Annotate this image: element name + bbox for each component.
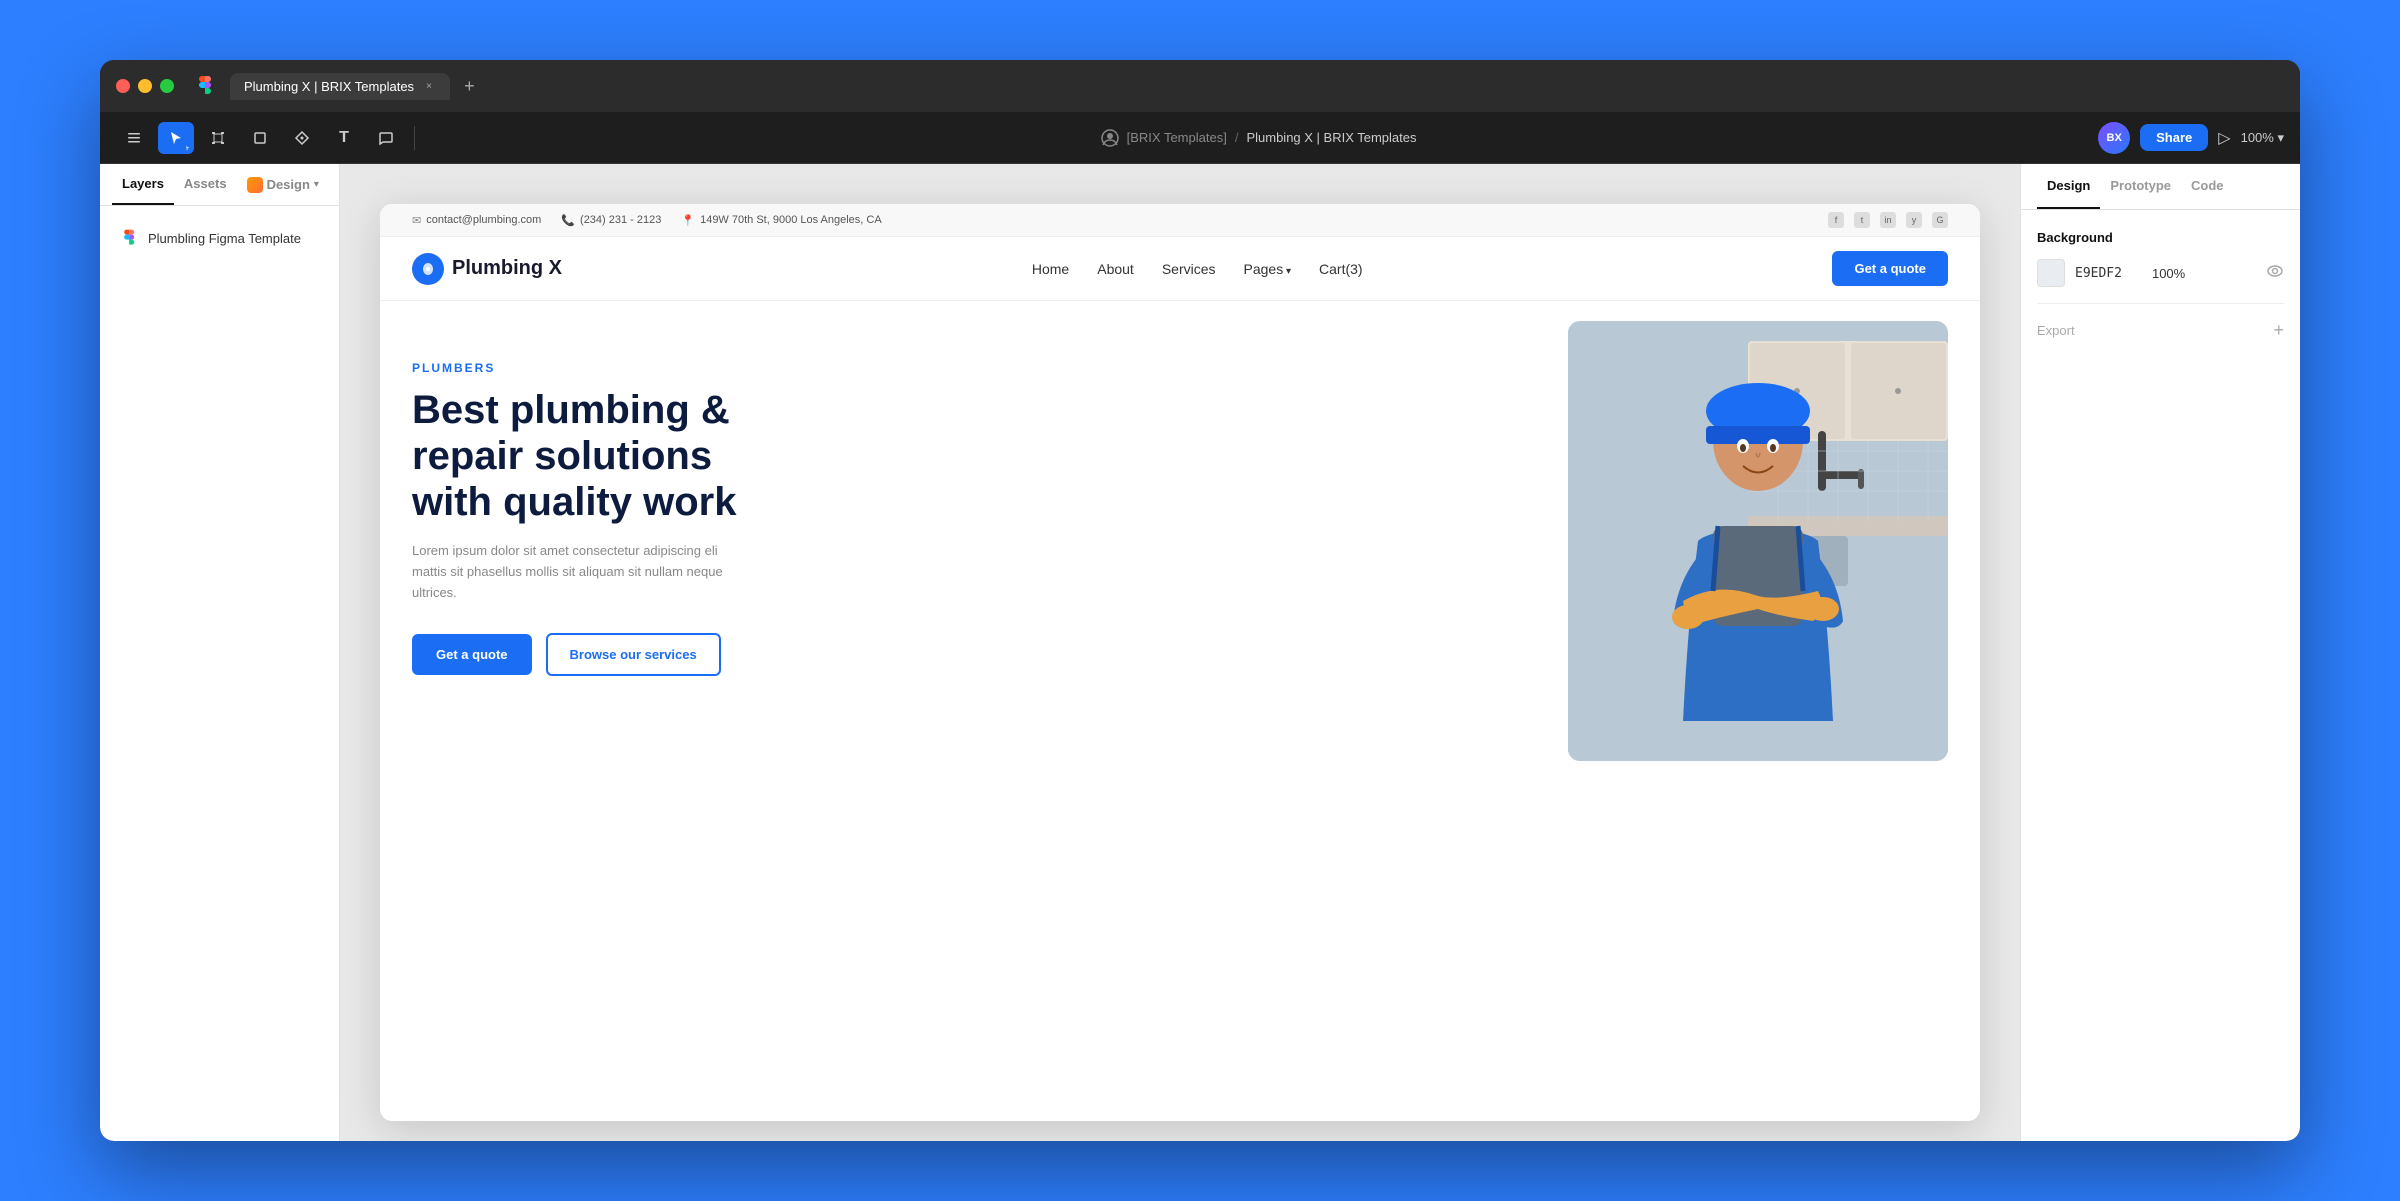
user-avatar[interactable]: BX — [2098, 122, 2130, 154]
website-preview: ✉ contact@plumbing.com 📞 (234) 231 - 212… — [380, 204, 1980, 1121]
export-add-button[interactable]: + — [2273, 320, 2284, 341]
website-topbar: ✉ contact@plumbing.com 📞 (234) 231 - 212… — [380, 204, 1980, 237]
breadcrumb-separator: / — [1235, 130, 1239, 145]
close-traffic-light[interactable] — [116, 79, 130, 93]
canvas-area[interactable]: ✉ contact@plumbing.com 📞 (234) 231 - 212… — [340, 164, 2020, 1141]
background-color-swatch[interactable] — [2037, 259, 2065, 287]
hero-title: Best plumbing & repair solutions with qu… — [412, 387, 752, 525]
figma-toolbar: T [BRIX Templates] / Plumbing X | BRIX T… — [100, 112, 2300, 164]
toolbar-separator-1 — [414, 126, 415, 150]
browser-tab-area: Plumbing X | BRIX Templates × + — [230, 73, 2284, 100]
breadcrumb-area: [BRIX Templates] / Plumbing X | BRIX Tem… — [425, 129, 2092, 147]
play-button[interactable]: ▷ — [2218, 128, 2230, 148]
hero-buttons: Get a quote Browse our services — [412, 633, 752, 676]
panel-divider-1 — [2037, 303, 2284, 304]
export-row: Export + — [2037, 320, 2284, 341]
browser-tab[interactable]: Plumbing X | BRIX Templates × — [230, 73, 450, 100]
topbar-address: 📍 149W 70th St, 9000 Los Angeles, CA — [681, 214, 881, 227]
main-layout: Layers Assets Design ▾ — [100, 164, 2300, 1141]
tab-close-button[interactable]: × — [422, 79, 436, 93]
hero-image-area — [1568, 321, 1948, 761]
background-section-title: Background — [2037, 230, 2284, 245]
export-label: Export — [2037, 323, 2075, 338]
right-panel-content: Background E9EDF2 100% Export + — [2021, 210, 2300, 361]
topbar-email-text: contact@plumbing.com — [426, 214, 541, 226]
traffic-lights — [116, 79, 174, 93]
location-icon: 📍 — [681, 214, 695, 227]
logo-icon — [412, 253, 444, 285]
topbar-address-text: 149W 70th St, 9000 Los Angeles, CA — [700, 214, 882, 226]
website-nav: Plumbing X Home About Services Pages Car… — [380, 237, 1980, 301]
topbar-left-section: ✉ contact@plumbing.com 📞 (234) 231 - 212… — [412, 214, 882, 227]
text-tool-button[interactable]: T — [326, 122, 362, 154]
layer-item-template[interactable]: Plumbling Figma Template — [112, 222, 327, 254]
nav-links: Home About Services Pages Cart(3) — [1032, 261, 1363, 277]
design-tab[interactable]: Design — [2037, 164, 2100, 209]
yelp-icon[interactable]: y — [1906, 212, 1922, 228]
share-button[interactable]: Share — [2140, 124, 2208, 151]
instagram-icon[interactable]: in — [1880, 212, 1896, 228]
left-panel: Layers Assets Design ▾ — [100, 164, 340, 1141]
layers-tab[interactable]: Layers — [112, 164, 174, 205]
toolbar-right-section: BX Share ▷ 100% ▾ — [2098, 122, 2284, 154]
shape-tool-button[interactable] — [242, 122, 278, 154]
topbar-phone: 📞 (234) 231 - 2123 — [561, 214, 661, 227]
maximize-traffic-light[interactable] — [160, 79, 174, 93]
visibility-toggle-icon[interactable] — [2266, 262, 2284, 285]
topbar-social-icons: f t in y G — [1828, 212, 1948, 228]
right-panel-tabs: Design Prototype Code — [2021, 164, 2300, 210]
facebook-icon[interactable]: f — [1828, 212, 1844, 228]
nav-cta-button[interactable]: Get a quote — [1832, 251, 1948, 286]
code-tab[interactable]: Code — [2181, 164, 2234, 209]
breadcrumb-project: Plumbing X | BRIX Templates — [1246, 130, 1416, 145]
pen-tool-button[interactable] — [284, 122, 320, 154]
browser-window: Plumbing X | BRIX Templates × + — [100, 60, 2300, 1141]
plumber-figure-svg — [1628, 341, 1888, 761]
nav-about[interactable]: About — [1097, 261, 1134, 277]
topbar-email: ✉ contact@plumbing.com — [412, 214, 541, 227]
topbar-phone-text: (234) 231 - 2123 — [580, 214, 661, 226]
layers-panel-content: Plumbling Figma Template — [100, 206, 339, 270]
website-logo: Plumbing X — [412, 253, 562, 285]
user-avatar-icon — [1101, 129, 1119, 147]
nav-home[interactable]: Home — [1032, 261, 1069, 277]
background-color-opacity: 100% — [2152, 266, 2185, 281]
cursor-tool-button[interactable] — [158, 122, 194, 154]
email-icon: ✉ — [412, 214, 421, 227]
hero-subtitle: Lorem ipsum dolor sit amet consectetur a… — [412, 541, 752, 603]
comment-tool-button[interactable] — [368, 122, 404, 154]
background-color-row: E9EDF2 100% — [2037, 259, 2284, 287]
tab-title: Plumbing X | BRIX Templates — [244, 79, 414, 94]
figma-icon — [194, 74, 218, 98]
website-hero: PLUMBERS Best plumbing & repair solution… — [380, 301, 1980, 721]
frame-tool-button[interactable] — [200, 122, 236, 154]
browser-title-bar: Plumbing X | BRIX Templates × + — [100, 60, 2300, 112]
hero-label: PLUMBERS — [412, 361, 752, 375]
nav-cart[interactable]: Cart(3) — [1319, 261, 1363, 277]
hero-browse-services-button[interactable]: Browse our services — [546, 633, 721, 676]
nav-services[interactable]: Services — [1162, 261, 1216, 277]
assets-tab[interactable]: Assets — [174, 164, 237, 205]
layer-item-name: Plumbling Figma Template — [148, 231, 301, 246]
right-panel: Design Prototype Code Background E9EDF2 … — [2020, 164, 2300, 1141]
hero-get-quote-button[interactable]: Get a quote — [412, 634, 532, 675]
figma-logo-layer-icon — [120, 228, 140, 248]
logo-text: Plumbing X — [452, 257, 562, 280]
new-tab-button[interactable]: + — [458, 76, 481, 97]
menu-button[interactable] — [116, 122, 152, 154]
google-icon[interactable]: G — [1932, 212, 1948, 228]
zoom-control[interactable]: 100% ▾ — [2241, 130, 2284, 146]
left-panel-tabs: Layers Assets Design ▾ — [100, 164, 339, 206]
design-icon — [247, 177, 263, 193]
breadcrumb-org: [BRIX Templates] — [1127, 130, 1227, 145]
minimize-traffic-light[interactable] — [138, 79, 152, 93]
hero-text-section: PLUMBERS Best plumbing & repair solution… — [412, 351, 752, 676]
nav-pages[interactable]: Pages — [1244, 261, 1292, 277]
twitter-icon[interactable]: t — [1854, 212, 1870, 228]
phone-icon: 📞 — [561, 214, 575, 227]
prototype-tab[interactable]: Prototype — [2100, 164, 2181, 209]
design-dropdown[interactable]: Design ▾ — [237, 164, 329, 205]
background-color-hex: E9EDF2 — [2075, 266, 2122, 281]
